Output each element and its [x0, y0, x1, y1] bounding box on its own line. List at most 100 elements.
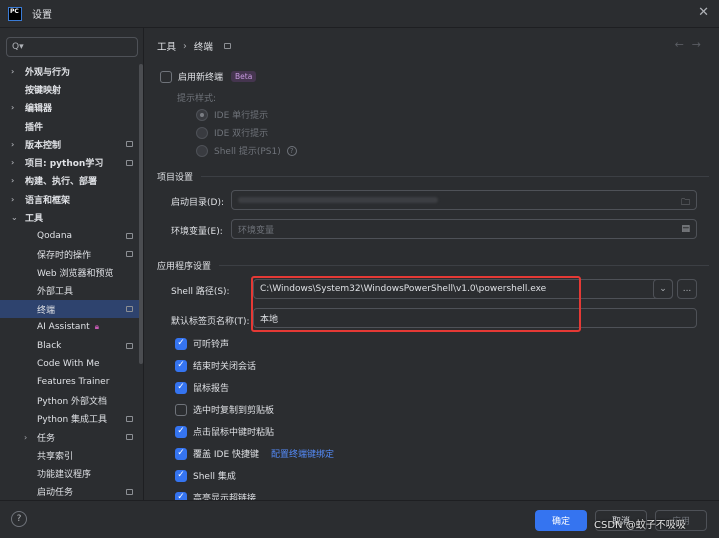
new-terminal-checkbox[interactable]	[160, 70, 172, 83]
configure-keybindings-link[interactable]: 配置终端键绑定	[271, 447, 334, 460]
sidebar-item-label: 构建、执行、部署	[25, 177, 98, 188]
sidebar-item-label: Features Trainer	[37, 377, 110, 388]
sidebar-item-label: AI Assistant	[37, 322, 90, 333]
tab-name-label: 默认标签页名称(T):	[171, 317, 250, 327]
sidebar-item[interactable]: Black	[0, 336, 143, 354]
chevron-down-icon[interactable]: ⌄	[653, 279, 673, 299]
sidebar-item[interactable]: Features Trainer	[0, 373, 143, 391]
sidebar-item[interactable]: 保存时的操作	[0, 245, 143, 263]
chevron-right-icon[interactable]: ›	[11, 195, 14, 204]
option-label: 高亮显示超链接	[193, 494, 257, 500]
sidebar-item[interactable]: 插件	[0, 117, 143, 135]
sidebar-item[interactable]: › 任务	[0, 428, 143, 446]
chevron-down-icon[interactable]: ⌄	[11, 213, 18, 222]
section-divider	[219, 265, 709, 266]
start-dir-label: 启动目录(D):	[171, 198, 224, 208]
sidebar-scrollbar[interactable]	[139, 64, 143, 364]
folder-icon[interactable]: 🗀	[681, 195, 690, 209]
close-icon[interactable]: ✕	[698, 5, 709, 20]
chevron-right-icon[interactable]: ›	[11, 67, 14, 76]
sidebar-item-label: 外观与行为	[25, 67, 71, 78]
option-row[interactable]: ✓ 结束时关闭会话	[175, 359, 256, 372]
sidebar-item-label: Black	[37, 340, 62, 351]
option-checkbox[interactable]: ✓	[175, 359, 187, 372]
document-icon[interactable]: ▤	[681, 224, 690, 234]
sidebar-item[interactable]: Python 集成工具	[0, 410, 143, 428]
sidebar-item[interactable]: ⌄ 工具	[0, 208, 143, 226]
project-scope-icon	[126, 306, 133, 312]
option-label: 鼠标报告	[193, 384, 230, 394]
chevron-right-icon[interactable]: ›	[11, 103, 14, 112]
sidebar-item[interactable]: Qodana	[0, 227, 143, 245]
option-row[interactable]: ✓ 高亮显示超链接	[175, 491, 256, 500]
forward-arrow-icon[interactable]: →	[692, 38, 709, 51]
sidebar-item[interactable]: 按键映射	[0, 80, 143, 98]
pycharm-logo-icon: PC	[8, 6, 22, 21]
sidebar-item-label: Python 外部文档	[37, 396, 108, 407]
sidebar-item[interactable]: AI Assistant 🔒︎	[0, 318, 143, 336]
option-row[interactable]: 选中时复制到剪贴板	[175, 403, 274, 416]
chevron-right-icon[interactable]: ›	[11, 158, 14, 167]
project-settings-title: 项目设置	[157, 173, 194, 183]
help-icon[interactable]: ?	[286, 145, 297, 156]
option-checkbox[interactable]: ✓	[175, 425, 187, 438]
sidebar-item[interactable]: 启动任务	[0, 483, 143, 501]
sidebar-item[interactable]: › 外观与行为	[0, 62, 143, 80]
radio-shell-prompt[interactable]	[196, 144, 208, 157]
option-row[interactable]: ✓ Shell 集成	[175, 469, 236, 482]
sidebar-item[interactable]: Code With Me	[0, 355, 143, 373]
breadcrumb: 工具 › 终端	[157, 39, 231, 53]
new-terminal-row[interactable]: 启用新终端 Beta	[160, 70, 257, 83]
hint-option-double[interactable]: IDE 双行提示	[196, 126, 268, 139]
radio-single-line[interactable]	[196, 108, 208, 121]
sidebar-item[interactable]: › 语言和框架	[0, 190, 143, 208]
hint-option-shell[interactable]: Shell 提示(PS1) ?	[196, 144, 297, 157]
sidebar-item-label: Code With Me	[37, 358, 100, 369]
terminal-settings-panel: 工具 › 终端 ←→ 启用新终端 Beta 提示样式: IDE 单行提示 IDE…	[145, 28, 719, 500]
ok-button[interactable]: 确定	[535, 510, 587, 531]
sidebar-item-label: Web 浏览器和预览	[37, 268, 114, 279]
sidebar-item[interactable]: › 版本控制	[0, 135, 143, 153]
sidebar-item[interactable]: 外部工具	[0, 282, 143, 300]
sidebar-item[interactable]: 终端	[0, 299, 143, 319]
back-arrow-icon[interactable]: ←	[675, 38, 692, 51]
option-checkbox[interactable]: ✓	[175, 469, 187, 482]
section-divider	[201, 176, 709, 177]
highlight-box	[251, 276, 581, 332]
option-checkbox[interactable]	[175, 403, 187, 416]
sidebar-item[interactable]: Python 外部文档	[0, 391, 143, 409]
hint-option-single[interactable]: IDE 单行提示	[196, 108, 268, 121]
browse-button[interactable]: ...	[677, 279, 697, 299]
option-row[interactable]: ✓ 点击鼠标中键时粘贴	[175, 425, 274, 438]
chevron-right-icon[interactable]: ›	[11, 176, 14, 185]
option-row[interactable]: ✓ 鼠标报告	[175, 381, 229, 394]
option-label: 选中时复制到剪贴板	[193, 406, 275, 416]
sidebar-item[interactable]: › 编辑器	[0, 99, 143, 117]
option-row[interactable]: ✓ 覆盖 IDE 快捷键 配置终端键绑定	[175, 447, 334, 460]
radio-double-label: IDE 双行提示	[214, 129, 269, 139]
breadcrumb-parent[interactable]: 工具	[157, 39, 176, 53]
chevron-right-icon[interactable]: ›	[11, 140, 14, 149]
project-scope-icon	[126, 232, 133, 239]
sidebar-item[interactable]: › 构建、执行、部署	[0, 172, 143, 190]
project-scope-icon	[126, 141, 133, 148]
sidebar-item[interactable]: Web 浏览器和预览	[0, 263, 143, 281]
option-checkbox[interactable]: ✓	[175, 447, 187, 460]
option-checkbox[interactable]: ✓	[175, 381, 187, 394]
option-label: 可听铃声	[193, 340, 230, 350]
sidebar-item[interactable]: 功能建议程序	[0, 465, 143, 483]
lock-icon: 🔒︎	[94, 322, 99, 332]
chevron-right-icon[interactable]: ›	[24, 433, 27, 442]
env-vars-field[interactable]: 环境变量 ▤	[231, 219, 697, 239]
sidebar-item[interactable]: › 项目: python学习	[0, 153, 143, 171]
option-checkbox[interactable]: ✓	[175, 491, 187, 500]
help-button[interactable]: ?	[11, 511, 27, 527]
radio-double-line[interactable]	[196, 126, 208, 139]
hint-style-label: 提示样式:	[177, 94, 217, 104]
settings-search-input[interactable]: Q▾	[6, 37, 138, 57]
option-checkbox[interactable]: ✓	[175, 337, 187, 350]
breadcrumb-current: 终端	[193, 42, 213, 53]
option-row[interactable]: ✓ 可听铃声	[175, 337, 229, 350]
start-dir-field[interactable]: 🗀	[231, 190, 697, 210]
sidebar-item[interactable]: 共享索引	[0, 446, 143, 464]
